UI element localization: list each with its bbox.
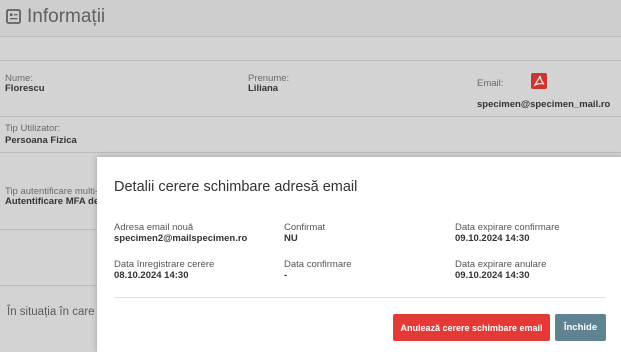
dialog-title: Detalii cerere schimbare adresă email — [114, 179, 358, 195]
cancel-email-change-button[interactable]: Anulează cerere schimbare email — [393, 314, 550, 341]
confirmed-value: NU — [284, 233, 298, 244]
email-change-dialog: Detalii cerere schimbare adresă email Ad… — [97, 157, 621, 352]
dialog-divider — [114, 297, 606, 298]
request-date-label: Data înregistrare cerere — [114, 259, 215, 270]
confirm-expiry-label: Data expirare confirmare — [455, 222, 560, 233]
confirmation-date-label: Data confirmare — [284, 259, 352, 270]
cancel-expiry-value: 09.10.2024 14:30 — [455, 270, 530, 281]
confirmation-date-value: - — [284, 270, 288, 281]
close-button[interactable]: Închide — [555, 314, 606, 341]
confirmed-label: Confirmat — [284, 222, 326, 233]
cancel-expiry-label: Data expirare anulare — [455, 259, 547, 270]
confirm-expiry-value: 09.10.2024 14:30 — [455, 233, 530, 244]
new-email-value: specimen2@mailspecimen.ro — [114, 233, 248, 244]
request-date-value: 08.10.2024 14:30 — [114, 270, 189, 281]
new-email-label: Adresa email nouă — [114, 222, 194, 233]
